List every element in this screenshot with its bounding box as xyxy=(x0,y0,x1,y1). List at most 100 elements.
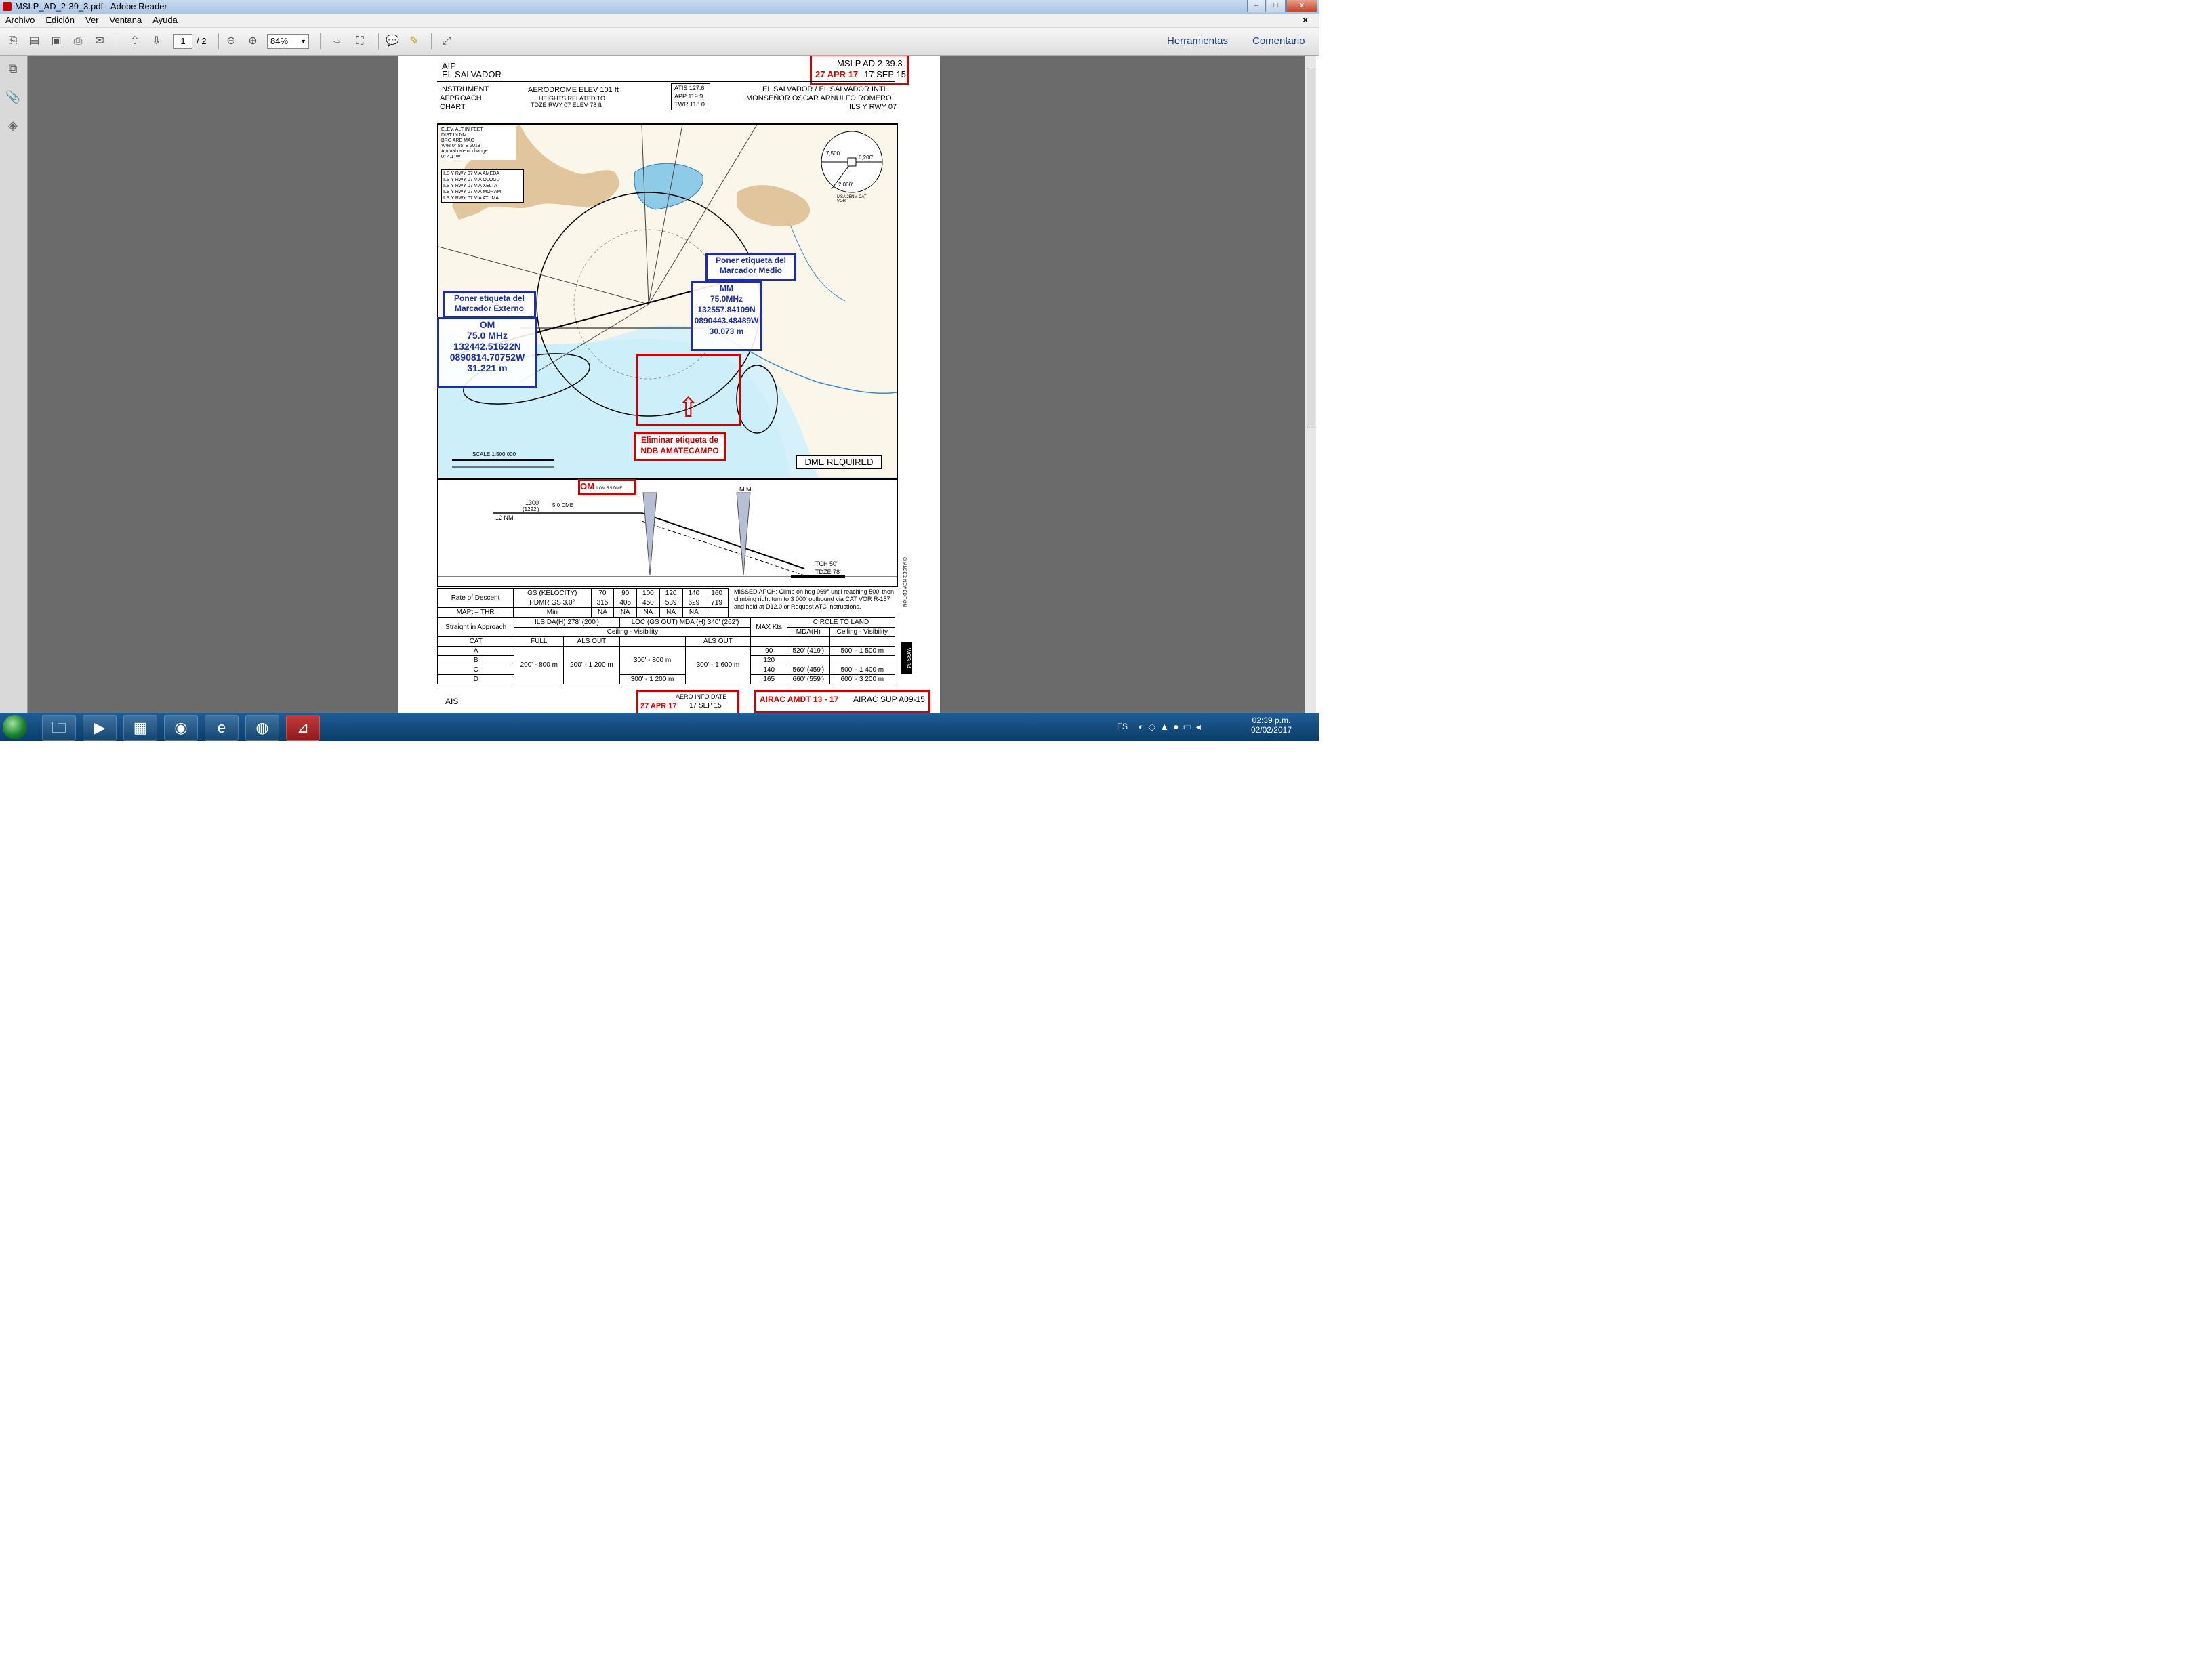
adobe-reader-window: MSLP_AD_2-39_3.pdf - Adobe Reader – □ x … xyxy=(0,0,1319,741)
media-player-taskbar-icon[interactable]: ▶ xyxy=(83,715,117,741)
tdze-note: TDZE RWY 07 ELEV 78 ft xyxy=(531,102,602,108)
chrome-taskbar-icon[interactable]: ◉ xyxy=(164,715,198,741)
minima-cell: A xyxy=(436,646,515,656)
zoom-out-icon[interactable]: ⊖ xyxy=(224,34,239,49)
save-icon[interactable]: ▣ xyxy=(49,34,64,49)
wgs84-badge: WGS 84 xyxy=(901,642,912,674)
google-earth-taskbar-icon[interactable]: ◍ xyxy=(245,715,279,741)
minima-cell: 600' - 3 200 m xyxy=(829,674,896,684)
minima-cell: 90 xyxy=(750,646,788,656)
minima-cell: 165 xyxy=(750,674,788,684)
om-highlight: OM LOM 5.5 DME xyxy=(578,479,636,495)
open-file-icon[interactable]: ▤ xyxy=(27,34,42,49)
menu-archivo[interactable]: Archivo xyxy=(0,14,40,27)
airport-line-1: EL SALVADOR / EL SALVADOR INTL xyxy=(762,85,888,94)
om-tag: OM xyxy=(580,481,594,491)
minima-section: Rate of Descent GS (KELOCITY) 70 90 100 120 14… xyxy=(436,588,896,687)
menu-ver[interactable]: Ver xyxy=(80,14,104,27)
msa-sector-east: 6,200' xyxy=(859,155,874,161)
minima-cell: 500' - 1 500 m xyxy=(829,646,896,656)
clock-time: 02:39 p.m. xyxy=(1252,716,1291,725)
menu-ayuda[interactable]: Ayuda xyxy=(147,14,183,27)
vertical-scrollbar[interactable] xyxy=(1305,56,1316,713)
rod-cell: MAPt – THR xyxy=(436,607,514,617)
explorer-taskbar-icon[interactable]: 🗀 xyxy=(42,715,76,741)
language-indicator[interactable]: ES xyxy=(1117,722,1128,731)
minima-cell: LOC (GS OUT) MDA (H) 340' (262') xyxy=(619,617,752,628)
maximize-button[interactable]: □ xyxy=(1267,0,1286,12)
highlight-icon[interactable]: ✎ xyxy=(407,34,422,49)
airport-line-2: MONSEÑOR OSCAR ARNULFO ROMERO xyxy=(746,94,892,102)
title-bar: MSLP_AD_2-39_3.pdf - Adobe Reader – □ x xyxy=(0,0,1319,14)
scrollbar-thumb[interactable] xyxy=(1307,68,1315,428)
rod-cell: Min xyxy=(513,607,592,617)
dme-fix: 5.0 DME xyxy=(552,502,574,508)
freq-atis: ATIS 127.6 xyxy=(674,85,705,91)
minima-cell: 140 xyxy=(750,665,788,675)
system-tray-icons[interactable]: ◐◇▲●▭◂ xyxy=(1139,721,1205,733)
rod-cell: 315 xyxy=(590,598,615,608)
window-title: MSLP_AD_2-39_3.pdf - Adobe Reader xyxy=(15,1,167,12)
tools-panel-button[interactable]: Herramientas xyxy=(1167,35,1228,47)
msa-label: MSA 25NM CAT VOR xyxy=(837,195,867,203)
menu-ventana[interactable]: Ventana xyxy=(104,14,148,27)
om-line: 132442.51622N xyxy=(453,341,521,352)
start-button[interactable] xyxy=(3,715,27,739)
transition-item: ILS Y RWY 07 VIA ATUMA xyxy=(443,196,499,201)
minima-cell: CAT xyxy=(436,636,515,647)
chart-type-1: INSTRUMENT xyxy=(440,85,489,94)
clock[interactable]: 02:39 p.m. 02/02/2017 xyxy=(1251,716,1292,735)
fit-page-icon[interactable]: ⇔ xyxy=(329,34,344,49)
note-remove-ndb: Eliminar etiqueta de NDB AMATECAMPO xyxy=(634,432,726,461)
document-viewer[interactable]: AIP EL SALVADOR MSLP AD 2-39.3 27 APR 17… xyxy=(28,56,1316,713)
rod-cell: 719 xyxy=(705,598,729,608)
msa-sector-north: 7,500' xyxy=(826,150,841,157)
close-button[interactable]: x xyxy=(1286,0,1317,12)
navigation-pane: ⧉ 📎 ◈ xyxy=(0,56,28,713)
document-close-button[interactable]: × xyxy=(1297,14,1313,27)
sticky-note-icon[interactable]: 💬 xyxy=(385,34,400,49)
page-thumbnails-icon[interactable]: ⧉ xyxy=(5,61,20,76)
scale-label: SCALE 1:500,000 xyxy=(472,451,516,457)
attachments-icon[interactable]: 📎 xyxy=(5,89,20,104)
adobe-reader-icon xyxy=(3,2,12,11)
minima-cell: 520' (419') xyxy=(787,646,830,656)
email-icon[interactable]: ✉ xyxy=(92,34,107,49)
print-icon[interactable]: ⎙ xyxy=(70,34,85,49)
legend-line: BRG ARE MAG xyxy=(441,138,475,143)
adobe-reader-taskbar-icon[interactable]: ⊿ xyxy=(286,715,320,741)
zoom-value: 84% xyxy=(270,36,289,46)
page-number-input[interactable]: 1 xyxy=(173,34,192,49)
next-page-icon[interactable]: ⇩ xyxy=(149,34,164,49)
read-mode-icon[interactable]: ⤢ xyxy=(439,34,454,49)
minima-cell: 300' - 800 m xyxy=(619,646,686,675)
minima-cell: FULL xyxy=(514,636,565,647)
rod-cell: NA xyxy=(613,607,638,617)
zoom-select[interactable]: 84% ▼ xyxy=(267,34,309,49)
create-pdf-icon[interactable]: ⎘ xyxy=(5,34,20,49)
rod-cell: GS (KELOCITY) xyxy=(513,588,592,598)
previous-page-icon[interactable]: ⇧ xyxy=(127,34,142,49)
minimize-button[interactable]: – xyxy=(1247,0,1266,12)
internet-explorer-taskbar-icon[interactable]: e xyxy=(205,715,239,741)
chart-legend: ELEV, ALT IN FEET DIST IN NM BRG ARE MAG… xyxy=(441,127,516,160)
header-date: 17 SEP 15 xyxy=(864,69,906,79)
outer-marker-box: OM 75.0 MHz 132442.51622N 0890814.70752W… xyxy=(437,317,537,388)
full-screen-icon[interactable]: ⛶ xyxy=(352,34,367,49)
transition-item: ILS Y RWY 07 VIA OLOGU xyxy=(443,178,500,182)
app-taskbar-icon[interactable]: ▦ xyxy=(123,715,157,741)
rod-cell: 90 xyxy=(613,588,638,598)
minima-cell: C xyxy=(436,665,515,675)
layers-icon[interactable]: ◈ xyxy=(5,118,20,133)
menu-edicion[interactable]: Edición xyxy=(40,14,80,27)
legend-line: 0° 4.1' W xyxy=(441,155,461,159)
om-sub: LOM 5.5 DME xyxy=(596,487,623,491)
rod-cell: NA xyxy=(636,607,660,617)
heights-related: HEIGHTS RELATED TO xyxy=(539,95,606,102)
zoom-in-icon[interactable]: ⊕ xyxy=(245,34,260,49)
profile-view: OM LOM 5.5 DME M M 1300' (1222') 5.0 DME… xyxy=(437,479,898,587)
comment-panel-button[interactable]: Comentario xyxy=(1252,35,1305,47)
page-total: / 2 xyxy=(197,36,207,46)
minima-cell: ALS OUT xyxy=(684,636,752,647)
rod-cell: 539 xyxy=(659,598,683,608)
